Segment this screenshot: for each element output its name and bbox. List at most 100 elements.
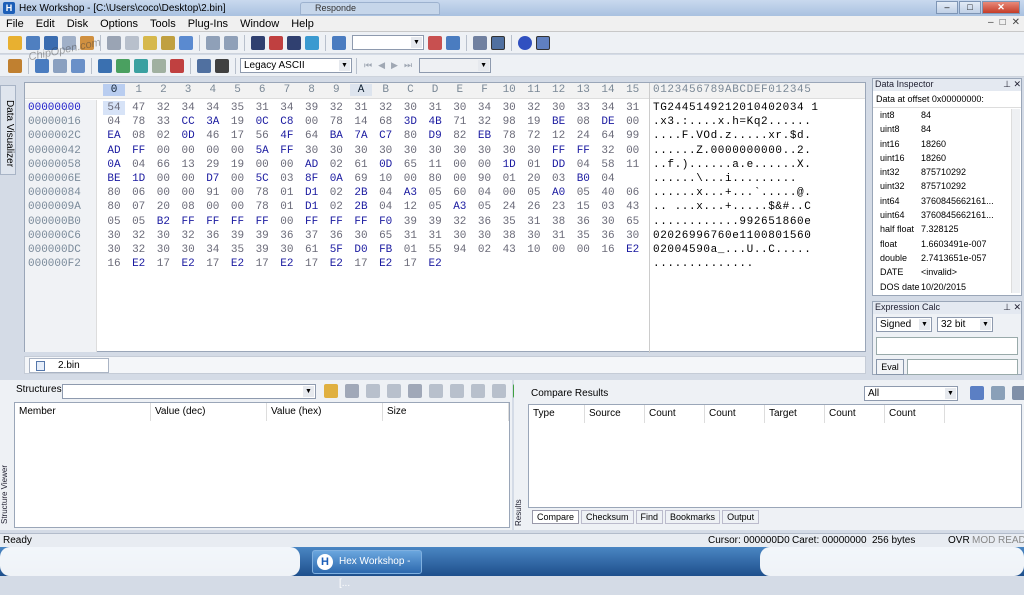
tab-output[interactable]: Output bbox=[722, 510, 760, 524]
hex-byte[interactable]: 39 bbox=[399, 215, 421, 229]
hex-byte[interactable]: 30 bbox=[449, 229, 471, 243]
expression-input[interactable] bbox=[876, 337, 1018, 355]
ascii-text[interactable]: ......\...i......... bbox=[653, 172, 797, 186]
bookmark-icon[interactable] bbox=[428, 35, 442, 50]
hex-byte[interactable]: AD bbox=[301, 158, 323, 172]
hex-byte[interactable]: 15 bbox=[572, 200, 594, 214]
data-inspector-scrollbar[interactable] bbox=[1011, 109, 1020, 293]
hex-byte[interactable]: 36 bbox=[325, 229, 347, 243]
col-value-hex[interactable]: Value (hex) bbox=[267, 403, 383, 421]
hex-byte[interactable]: D0 bbox=[350, 243, 372, 257]
hex-byte[interactable]: 00 bbox=[177, 172, 199, 186]
hex-byte[interactable]: 05 bbox=[474, 200, 496, 214]
hex-byte[interactable]: 20 bbox=[523, 172, 545, 186]
hex-byte[interactable]: 61 bbox=[301, 243, 323, 257]
hex-byte[interactable]: E2 bbox=[622, 243, 644, 257]
hex-byte[interactable]: 35 bbox=[227, 101, 249, 115]
hex-byte[interactable]: FF bbox=[227, 215, 249, 229]
hex-row[interactable]: 00000058 0A 04 66 13 29 19 00 00 AD 02 61 0D 65 11 00 00… bbox=[25, 158, 865, 172]
hex-byte[interactable]: 12 bbox=[548, 129, 570, 143]
hex-byte[interactable]: E2 bbox=[227, 257, 249, 271]
hex-byte[interactable]: E2 bbox=[375, 257, 397, 271]
tab-bookmarks[interactable]: Bookmarks bbox=[665, 510, 721, 524]
hex-byte[interactable]: 00 bbox=[227, 172, 249, 186]
hex-byte[interactable]: 56 bbox=[251, 129, 273, 143]
hex-byte[interactable]: 00 bbox=[177, 144, 199, 158]
inspector-row[interactable]: int8 84 bbox=[873, 108, 1021, 122]
tools-icon[interactable] bbox=[98, 58, 112, 73]
hex-byte[interactable]: 00 bbox=[227, 144, 249, 158]
ascii-text[interactable]: 02026996760e1100801560 bbox=[653, 229, 811, 243]
inspector-row[interactable]: uint16 18260 bbox=[873, 151, 1021, 165]
width-combo[interactable]: 32 bit ▼ bbox=[937, 317, 993, 332]
close-button[interactable]: ✕ bbox=[982, 1, 1020, 14]
pin-icon[interactable]: ⊥ ✕ bbox=[1003, 302, 1021, 314]
hex-byte[interactable]: 0A bbox=[325, 172, 347, 186]
export-icon[interactable] bbox=[179, 35, 193, 50]
hex-byte[interactable]: 17 bbox=[350, 257, 372, 271]
goto-icon[interactable] bbox=[332, 35, 346, 50]
hex-byte[interactable]: 12 bbox=[399, 200, 421, 214]
sign-combo[interactable]: Signed ▼ bbox=[876, 317, 932, 332]
hex-byte[interactable]: 34 bbox=[202, 243, 224, 257]
hex-row[interactable]: 00000016 04 78 33 CC 3A 19 0C C8 00 78 14 68 3D 4B 71 32… bbox=[25, 115, 865, 129]
hex-byte[interactable]: E2 bbox=[424, 257, 446, 271]
file-tab-2bin[interactable]: 2.bin bbox=[29, 358, 109, 373]
bitmap-icon[interactable] bbox=[116, 58, 130, 73]
record-combo[interactable]: ▼ bbox=[419, 58, 492, 73]
hex-row[interactable]: 000000DC 30 32 30 30 34 35 39 30 61 5F D0 FB 01 55 94 02… bbox=[25, 243, 865, 257]
copy-icon[interactable] bbox=[125, 35, 139, 50]
hex-byte[interactable]: 30 bbox=[301, 144, 323, 158]
bracket-icon[interactable] bbox=[152, 58, 166, 73]
hex-byte[interactable]: 55 bbox=[424, 243, 446, 257]
hex-byte[interactable]: E2 bbox=[128, 257, 150, 271]
results-tab[interactable]: Results bbox=[514, 480, 526, 526]
hex-byte[interactable]: 02 bbox=[325, 200, 347, 214]
cut-special-icon[interactable] bbox=[473, 35, 487, 50]
hex-byte[interactable]: 66 bbox=[152, 158, 174, 172]
hex-byte[interactable]: 38 bbox=[498, 229, 520, 243]
find-icon[interactable] bbox=[251, 35, 265, 50]
col-member[interactable]: Member bbox=[15, 403, 151, 421]
hex-byte[interactable]: A0 bbox=[548, 186, 570, 200]
bookmark-next-icon[interactable] bbox=[446, 35, 460, 50]
copy-results-icon[interactable] bbox=[970, 386, 984, 400]
hex-byte[interactable]: 78 bbox=[325, 115, 347, 129]
info-icon[interactable] bbox=[518, 35, 532, 50]
hex-byte[interactable]: 30 bbox=[152, 229, 174, 243]
hex-byte[interactable]: D9 bbox=[424, 129, 446, 143]
hex-byte[interactable]: 20 bbox=[152, 200, 174, 214]
hex-byte[interactable]: 06 bbox=[622, 186, 644, 200]
hex-byte[interactable]: 02 bbox=[474, 243, 496, 257]
hex-byte[interactable]: 31 bbox=[424, 101, 446, 115]
hex-byte[interactable]: 39 bbox=[424, 215, 446, 229]
hex-byte[interactable]: 4B bbox=[424, 115, 446, 129]
mdi-minimize-button[interactable]: – bbox=[988, 17, 994, 28]
hex-byte[interactable]: BE bbox=[103, 172, 125, 186]
hex-byte[interactable]: 00 bbox=[276, 215, 298, 229]
hex-byte[interactable]: 90 bbox=[474, 172, 496, 186]
hex-byte[interactable]: 47 bbox=[128, 101, 150, 115]
hex-byte[interactable]: DD bbox=[548, 158, 570, 172]
hex-byte[interactable]: 30 bbox=[474, 229, 496, 243]
hex-byte[interactable]: 5F bbox=[325, 243, 347, 257]
hex-byte[interactable]: 17 bbox=[152, 257, 174, 271]
hex-byte[interactable]: 36 bbox=[597, 229, 619, 243]
hex-byte[interactable]: 05 bbox=[572, 186, 594, 200]
hex-byte[interactable]: E2 bbox=[325, 257, 347, 271]
inspector-row[interactable]: uint64 3760845662161... bbox=[873, 208, 1021, 222]
hex-byte[interactable]: 00 bbox=[449, 158, 471, 172]
plugin-icon[interactable] bbox=[134, 58, 148, 73]
hex-byte[interactable]: 00 bbox=[276, 158, 298, 172]
hex-byte[interactable]: FF bbox=[128, 144, 150, 158]
hex-byte[interactable]: 58 bbox=[597, 158, 619, 172]
hex-byte[interactable]: 08 bbox=[572, 115, 594, 129]
mdi-close-button[interactable]: ✕ bbox=[1012, 17, 1020, 28]
hex-byte[interactable]: 0D bbox=[375, 158, 397, 172]
hex-byte[interactable]: 11 bbox=[424, 158, 446, 172]
hex-byte[interactable]: 64 bbox=[301, 129, 323, 143]
hex-byte[interactable]: 30 bbox=[399, 144, 421, 158]
hex-byte[interactable]: 05 bbox=[128, 215, 150, 229]
hex-byte[interactable]: A3 bbox=[399, 186, 421, 200]
hex-byte[interactable]: FF bbox=[177, 215, 199, 229]
